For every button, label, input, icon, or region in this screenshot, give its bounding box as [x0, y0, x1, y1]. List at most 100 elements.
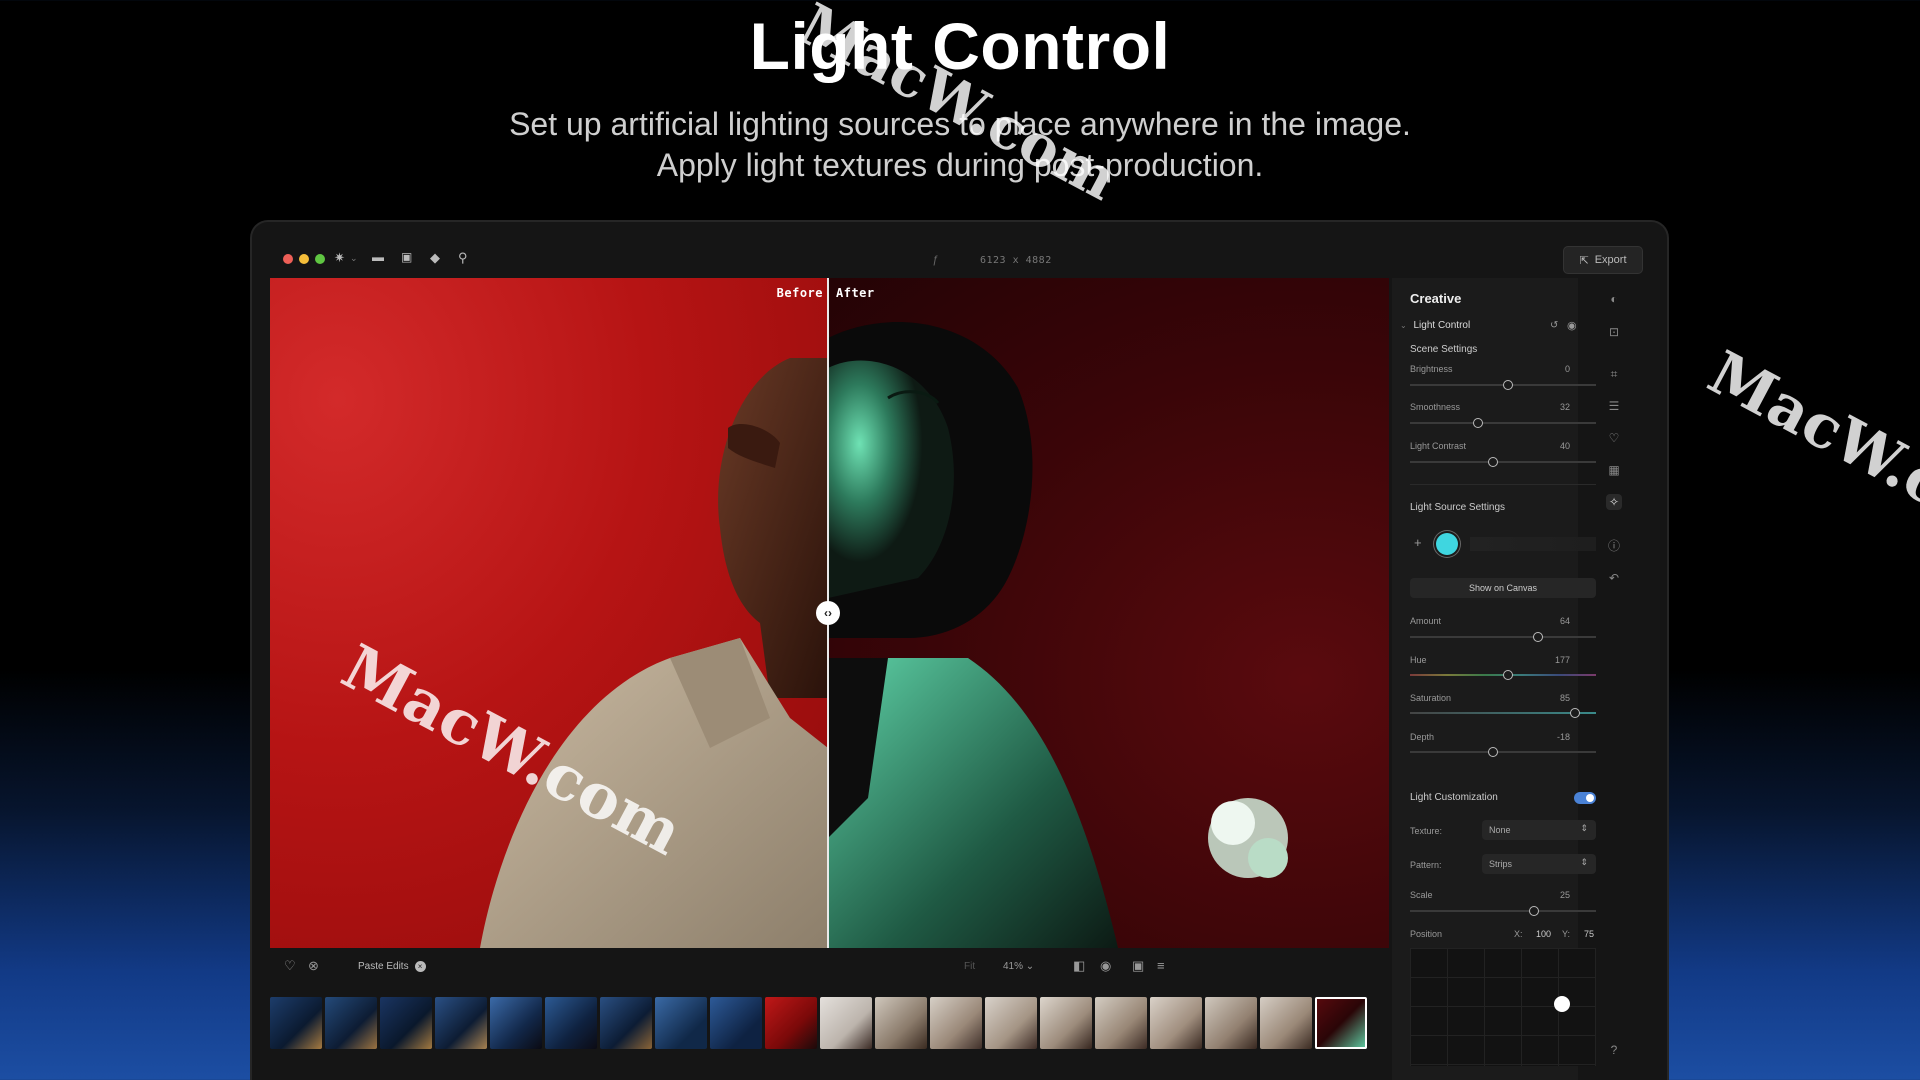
thumbnail[interactable] [1150, 997, 1202, 1049]
slider-knob[interactable] [1503, 380, 1513, 390]
chevron-down-icon[interactable]: ⌄ [350, 253, 358, 264]
before-label: Before [776, 286, 823, 300]
thumbnail[interactable] [820, 997, 872, 1049]
hue-slider[interactable] [1410, 670, 1596, 680]
scale-slider[interactable] [1410, 906, 1596, 916]
updown-icon: ⇕ [1580, 823, 1588, 833]
position-marker[interactable] [1554, 996, 1570, 1012]
heart-icon[interactable]: ♡ [284, 958, 296, 974]
undo-icon[interactable]: ↶ [1606, 570, 1622, 586]
tool-header[interactable]: ⌄ Light Control [1400, 320, 1470, 331]
folder-icon[interactable]: ▬ [372, 250, 384, 264]
maximize-window-button[interactable] [315, 254, 325, 264]
bottom-toolbar: ♡ ⊗ Paste Edits × Fit 41% ⌄ ◧ ◉ ▣ ≡ [270, 952, 1389, 982]
help-icon[interactable]: ? [1606, 1042, 1622, 1058]
layers-icon[interactable]: ▦ [1606, 462, 1622, 478]
before-image [270, 278, 828, 948]
title-bar: ✷ ⌄ ▬ ▣ ◆ ⚲ ƒ 6123 x 4882 ⇱ Export [252, 222, 1667, 274]
fit-button[interactable]: Fit [964, 961, 975, 972]
reset-icon[interactable]: ↺ [1550, 320, 1558, 331]
eraser-icon[interactable]: ◆ [430, 250, 440, 266]
light-contrast-row: Light Contrast 40 [1410, 441, 1596, 451]
after-image [828, 278, 1389, 948]
thumbnail[interactable] [490, 997, 542, 1049]
position-pad[interactable] [1410, 948, 1596, 1066]
thumbnail[interactable] [325, 997, 377, 1049]
export-label: Export [1594, 254, 1627, 266]
show-on-canvas-button[interactable]: Show on Canvas [1410, 578, 1596, 598]
thumbnail[interactable] [600, 997, 652, 1049]
minimize-window-button[interactable] [299, 254, 309, 264]
crop-icon[interactable]: ⌗ [1606, 366, 1622, 382]
close-window-button[interactable] [283, 254, 293, 264]
select-icon[interactable]: ⊡ [1606, 324, 1622, 340]
slider-knob[interactable] [1569, 708, 1580, 718]
thumbnail[interactable] [765, 997, 817, 1049]
image-canvas[interactable]: ‹› Before After [270, 278, 1389, 948]
magnifier-icon[interactable]: ⚲ [458, 250, 468, 266]
visibility-eye-icon[interactable]: ◉ [1567, 319, 1577, 332]
slider-knob[interactable] [1529, 906, 1540, 916]
thumbnail[interactable] [710, 997, 762, 1049]
paste-edits-button[interactable]: Paste Edits × [358, 961, 426, 972]
palette-icon[interactable]: ◐ [1606, 291, 1622, 307]
after-label: After [836, 286, 875, 300]
light-source-swatch[interactable] [1436, 533, 1458, 555]
slider-knob[interactable] [1532, 632, 1543, 642]
light-contrast-value: 40 [1559, 441, 1570, 451]
saturation-slider[interactable] [1410, 708, 1596, 718]
thumbnail[interactable] [1040, 997, 1092, 1049]
slider-knob[interactable] [1488, 747, 1499, 757]
thumbnail[interactable] [435, 997, 487, 1049]
reject-icon[interactable]: ⊗ [308, 958, 319, 974]
import-icon[interactable]: ▣ [401, 250, 412, 264]
thumbnail[interactable] [1095, 997, 1147, 1049]
sun-icon[interactable]: ✷ [334, 250, 345, 266]
slider-knob[interactable] [1488, 457, 1499, 467]
thumbnail-selected[interactable] [1315, 997, 1367, 1049]
texture-select[interactable]: None ⇕ [1482, 820, 1596, 840]
thumbnail[interactable] [545, 997, 597, 1049]
add-light-icon[interactable]: + [1414, 535, 1422, 550]
thumbnail[interactable] [875, 997, 927, 1049]
filmstrip-icon[interactable]: ▣ [1132, 958, 1144, 974]
depth-slider[interactable] [1410, 747, 1596, 757]
thumbnail[interactable] [985, 997, 1037, 1049]
zoom-select[interactable]: 41% ⌄ [1003, 961, 1034, 972]
split-view-icon[interactable]: ◧ [1073, 958, 1085, 974]
pos-x-value[interactable]: 100 [1536, 929, 1551, 939]
light-contrast-slider[interactable] [1410, 457, 1596, 467]
clear-icon[interactable]: × [414, 961, 426, 972]
thumbnail[interactable] [380, 997, 432, 1049]
brightness-slider[interactable] [1410, 380, 1596, 390]
brightness-row: Brightness 0 [1410, 364, 1596, 374]
thumbnail[interactable] [1260, 997, 1312, 1049]
light-source-list [1470, 537, 1596, 551]
amount-slider[interactable] [1410, 632, 1596, 642]
collapse-chevron-icon[interactable]: ⌄ [1400, 321, 1407, 330]
sliders-icon[interactable]: ☰ [1606, 398, 1622, 414]
image-dimensions: 6123 x 4882 [980, 255, 1052, 266]
compare-handle[interactable]: ‹› [816, 601, 840, 625]
panel-title: Creative [1410, 291, 1462, 306]
export-button[interactable]: ⇱ Export [1563, 246, 1643, 274]
hero-title: Light Control [749, 9, 1171, 83]
position-row: Position X: 100 Y: 75 [1410, 929, 1596, 939]
window-controls [283, 254, 325, 264]
thumbnail[interactable] [270, 997, 322, 1049]
thumbnail[interactable] [1205, 997, 1257, 1049]
eye-icon[interactable]: ◉ [1100, 958, 1111, 974]
slider-knob[interactable] [1503, 670, 1513, 680]
thumbnail[interactable] [655, 997, 707, 1049]
sparkle-icon[interactable]: ✧ [1606, 494, 1622, 510]
brightness-value: 0 [1564, 364, 1570, 374]
brightness-label: Brightness [1410, 364, 1453, 374]
sort-icon[interactable]: ≡ [1157, 958, 1165, 973]
smoothness-slider[interactable] [1410, 418, 1596, 428]
heart-mask-icon[interactable]: ♡ [1606, 430, 1622, 446]
info-icon[interactable]: ⓘ [1606, 538, 1622, 554]
slider-knob[interactable] [1473, 418, 1484, 428]
zoom-value: 41% [1003, 961, 1024, 972]
thumbnail[interactable] [930, 997, 982, 1049]
pattern-select[interactable]: Strips ⇕ [1482, 854, 1596, 874]
